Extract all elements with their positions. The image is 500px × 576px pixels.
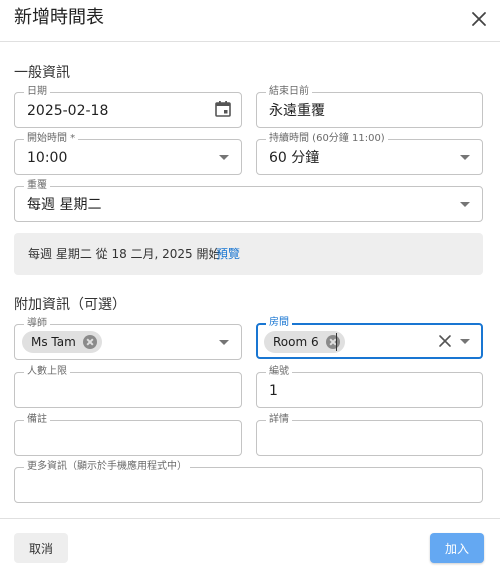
repeat-label: 重覆 xyxy=(24,180,50,192)
date-label: 日期 xyxy=(24,86,50,98)
duration-select[interactable]: 持續時間 (60分鐘 11:00) 60 分鐘 xyxy=(256,133,483,175)
instructor-chip-label: Ms Tam xyxy=(31,335,76,349)
start-time-label: 開始時間 * xyxy=(24,133,79,145)
remarks-label: 備註 xyxy=(24,414,50,426)
details-field[interactable]: 詳情 xyxy=(256,414,483,456)
remarks-field[interactable]: 備註 xyxy=(14,414,242,456)
general-section-title: 一般資訊 xyxy=(14,65,70,81)
repeat-select[interactable]: 重覆 每週 星期二 xyxy=(14,180,483,222)
room-chip: Room 6 xyxy=(264,331,345,353)
chip-remove-icon[interactable] xyxy=(82,335,97,349)
close-icon[interactable] xyxy=(468,8,490,30)
end-date-value: 永遠重覆 xyxy=(269,103,325,119)
dialog-footer: 取消 加入 xyxy=(0,518,500,576)
start-time-select[interactable]: 開始時間 * 10:00 xyxy=(14,133,242,175)
cancel-button[interactable]: 取消 xyxy=(14,533,68,563)
add-schedule-dialog: 新增時間表 一般資訊 日期 2025-02-18 結束日前 永遠重覆 開始時間 … xyxy=(0,0,500,576)
number-label: 編號 xyxy=(266,366,292,378)
instructor-select[interactable]: 導師 Ms Tam xyxy=(14,318,242,360)
dialog-header: 新增時間表 xyxy=(0,0,500,42)
dialog-title: 新增時間表 xyxy=(14,7,104,28)
chevron-down-icon[interactable] xyxy=(460,339,470,344)
room-chip-label: Room 6 xyxy=(273,335,319,349)
repeat-summary-box: 每週 星期二 從 18 二月, 2025 開始 預覽 xyxy=(14,233,483,275)
calendar-icon[interactable] xyxy=(214,100,232,118)
additional-section-title: 附加資訊（可選） xyxy=(14,297,126,313)
duration-label: 持續時間 (60分鐘 11:00) xyxy=(266,133,388,145)
chevron-down-icon[interactable] xyxy=(460,155,470,160)
instructor-label: 導師 xyxy=(24,318,50,330)
duration-value: 60 分鐘 xyxy=(269,150,320,166)
chevron-down-icon[interactable] xyxy=(219,340,229,345)
room-select[interactable]: 房間 Room 6 xyxy=(256,317,483,359)
max-people-label: 人數上限 xyxy=(24,366,70,378)
max-people-field[interactable]: 人數上限 xyxy=(14,366,242,408)
end-date-field[interactable]: 結束日前 永遠重覆 xyxy=(256,86,483,128)
room-label: 房間 xyxy=(266,317,292,329)
preview-link[interactable]: 預覽 xyxy=(216,247,240,261)
chip-remove-icon[interactable] xyxy=(325,335,340,349)
chevron-down-icon[interactable] xyxy=(460,202,470,207)
more-info-field[interactable]: 更多資訊（顯示於手機應用程式中） xyxy=(14,461,483,503)
clear-icon[interactable] xyxy=(438,334,452,348)
details-label: 詳情 xyxy=(266,414,292,426)
add-button[interactable]: 加入 xyxy=(430,533,484,563)
chevron-down-icon[interactable] xyxy=(219,155,229,160)
number-value: 1 xyxy=(269,383,278,399)
date-field[interactable]: 日期 2025-02-18 xyxy=(14,86,242,128)
date-value: 2025-02-18 xyxy=(27,103,109,119)
text-cursor xyxy=(336,333,337,351)
end-date-label: 結束日前 xyxy=(266,86,312,98)
more-info-label: 更多資訊（顯示於手機應用程式中） xyxy=(24,461,190,473)
start-time-value: 10:00 xyxy=(27,150,68,166)
repeat-value: 每週 星期二 xyxy=(27,197,102,213)
repeat-summary-text: 每週 星期二 從 18 二月, 2025 開始 xyxy=(28,247,221,261)
instructor-chip: Ms Tam xyxy=(22,331,102,353)
number-field[interactable]: 編號 1 xyxy=(256,366,483,408)
